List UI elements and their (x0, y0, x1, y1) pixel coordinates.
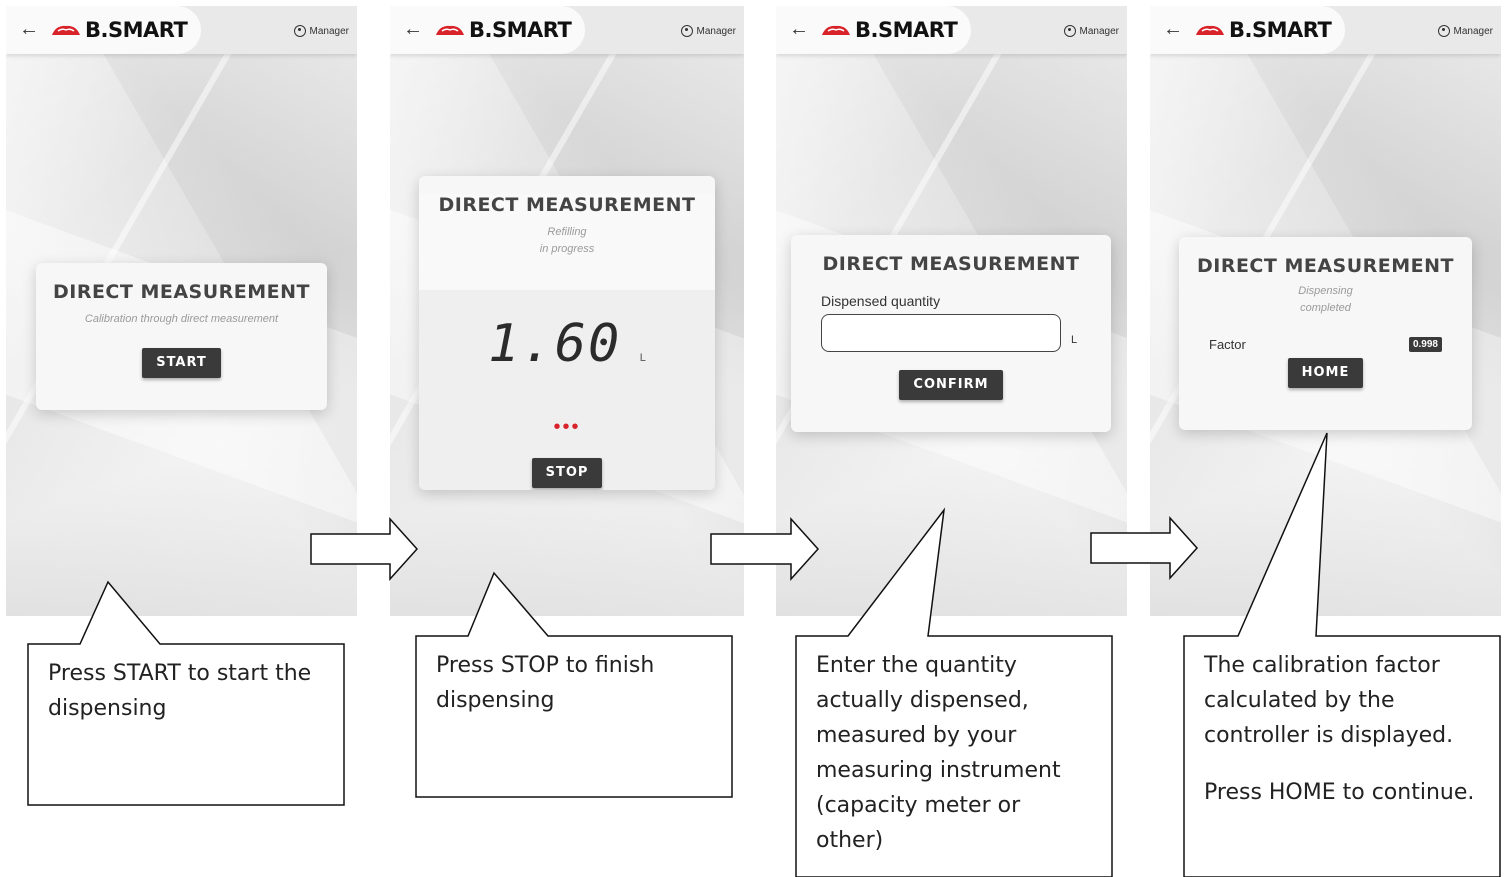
brand-logo: B.SMART (434, 18, 572, 42)
stop-button[interactable]: STOP (531, 458, 603, 488)
back-arrow-icon[interactable]: ← (18, 18, 40, 40)
back-arrow-icon[interactable]: ← (402, 18, 424, 40)
callout-4-text: The calibration factor calculated by the… (1204, 653, 1454, 748)
app-screen-3: ← B.SMART Manager DIRECT MEASUREMENT Dis… (776, 6, 1127, 616)
card-title: DIRECT MEASUREMENT (1196, 255, 1455, 277)
direct-measurement-card: DIRECT MEASUREMENT Dispensing completed … (1179, 237, 1472, 430)
status-line-2: completed (1300, 302, 1351, 314)
progress-dots: ••• (553, 416, 581, 438)
back-arrow-icon[interactable]: ← (1162, 18, 1184, 40)
callout-2-text: Press STOP to finish dispensing (436, 653, 655, 713)
logo-mark-icon (436, 25, 464, 35)
brand-name: B.SMART (1229, 18, 1332, 42)
brand-name: B.SMART (855, 18, 958, 42)
callout-text-2: Press STOP to finish dispensing (436, 648, 716, 718)
quantity-display: 1.60 L (419, 314, 715, 374)
logo-area: ← B.SMART (390, 6, 585, 54)
quantity-value: 1.60 (488, 314, 622, 374)
factor-value: 0.998 (1408, 337, 1442, 352)
user-name: Manager (309, 25, 349, 37)
direct-measurement-card: DIRECT MEASUREMENT Dispensed quantity L … (791, 235, 1111, 432)
brand-logo: B.SMART (820, 18, 958, 42)
card-title: DIRECT MEASUREMENT (52, 281, 311, 303)
user-icon (1437, 25, 1450, 37)
user-menu[interactable]: Manager (680, 25, 736, 37)
factor-row: Factor 0.998 (1209, 337, 1442, 352)
confirm-button[interactable]: CONFIRM (899, 370, 1003, 400)
card-subtitle: Calibration through direct measurement (84, 313, 279, 325)
logo-area: ← B.SMART (6, 6, 201, 54)
logo-area: ← B.SMART (776, 6, 971, 54)
user-menu[interactable]: Manager (1063, 25, 1119, 37)
dispensed-quantity-label: Dispensed quantity (821, 293, 941, 309)
brand-logo: B.SMART (50, 18, 188, 42)
app-screen-4: ← B.SMART Manager DIRECT MEASUREMENT Dis… (1150, 6, 1501, 616)
app-screen-2: ← B.SMART Manager DIRECT MEASUREMENT Ref… (390, 6, 744, 616)
back-arrow-icon[interactable]: ← (788, 18, 810, 40)
status-line-2: in progress (539, 243, 595, 255)
callout-1-text: Press START to start the dispensing (48, 661, 312, 721)
callout-text-4: The calibration factor calculated by the… (1204, 648, 1484, 810)
card-title: DIRECT MEASUREMENT (438, 194, 696, 216)
status-line-1: Refilling (547, 226, 587, 238)
status-text: Refilling in progress (419, 224, 715, 258)
brand-name: B.SMART (469, 18, 572, 42)
dispensed-quantity-input[interactable] (821, 314, 1061, 352)
top-bar: ← B.SMART Manager (1150, 6, 1501, 54)
top-bar: ← B.SMART Manager (390, 6, 744, 54)
callout-4-text-2: Press HOME to continue. (1204, 780, 1475, 805)
direct-measurement-card: DIRECT MEASUREMENT Calibration through d… (36, 263, 327, 410)
logo-mark-icon (52, 25, 80, 35)
quantity-unit: L (639, 352, 646, 364)
status-line-1: Dispensing (1298, 285, 1353, 297)
top-bar: ← B.SMART Manager (776, 6, 1127, 54)
card-title: DIRECT MEASUREMENT (822, 253, 1080, 275)
app-screen-1: ← B.SMART Manager DIRECT MEASUREMENT Cal… (6, 6, 357, 616)
logo-mark-icon (822, 25, 850, 35)
user-name: Manager (1079, 25, 1119, 37)
user-icon (680, 25, 693, 37)
start-button[interactable]: START (142, 348, 221, 378)
dispensed-quantity-unit: L (1071, 334, 1078, 346)
callout-text-1: Press START to start the dispensing (48, 656, 338, 726)
brand-logo: B.SMART (1194, 18, 1332, 42)
logo-area: ← B.SMART (1150, 6, 1345, 54)
user-name: Manager (1453, 25, 1493, 37)
user-icon (1063, 25, 1076, 37)
user-icon (293, 25, 306, 37)
status-text: Dispensing completed (1179, 283, 1472, 317)
callout-3-text: Enter the quantity actually dispensed, m… (816, 653, 1061, 853)
user-name: Manager (696, 25, 736, 37)
top-bar: ← B.SMART Manager (6, 6, 357, 54)
home-button[interactable]: HOME (1287, 358, 1364, 388)
user-menu[interactable]: Manager (293, 25, 349, 37)
factor-label: Factor (1209, 337, 1246, 352)
brand-name: B.SMART (85, 18, 188, 42)
logo-mark-icon (1196, 25, 1224, 35)
user-menu[interactable]: Manager (1437, 25, 1493, 37)
callout-text-3: Enter the quantity actually dispensed, m… (816, 648, 1076, 858)
direct-measurement-card: DIRECT MEASUREMENT Refilling in progress… (419, 176, 715, 490)
